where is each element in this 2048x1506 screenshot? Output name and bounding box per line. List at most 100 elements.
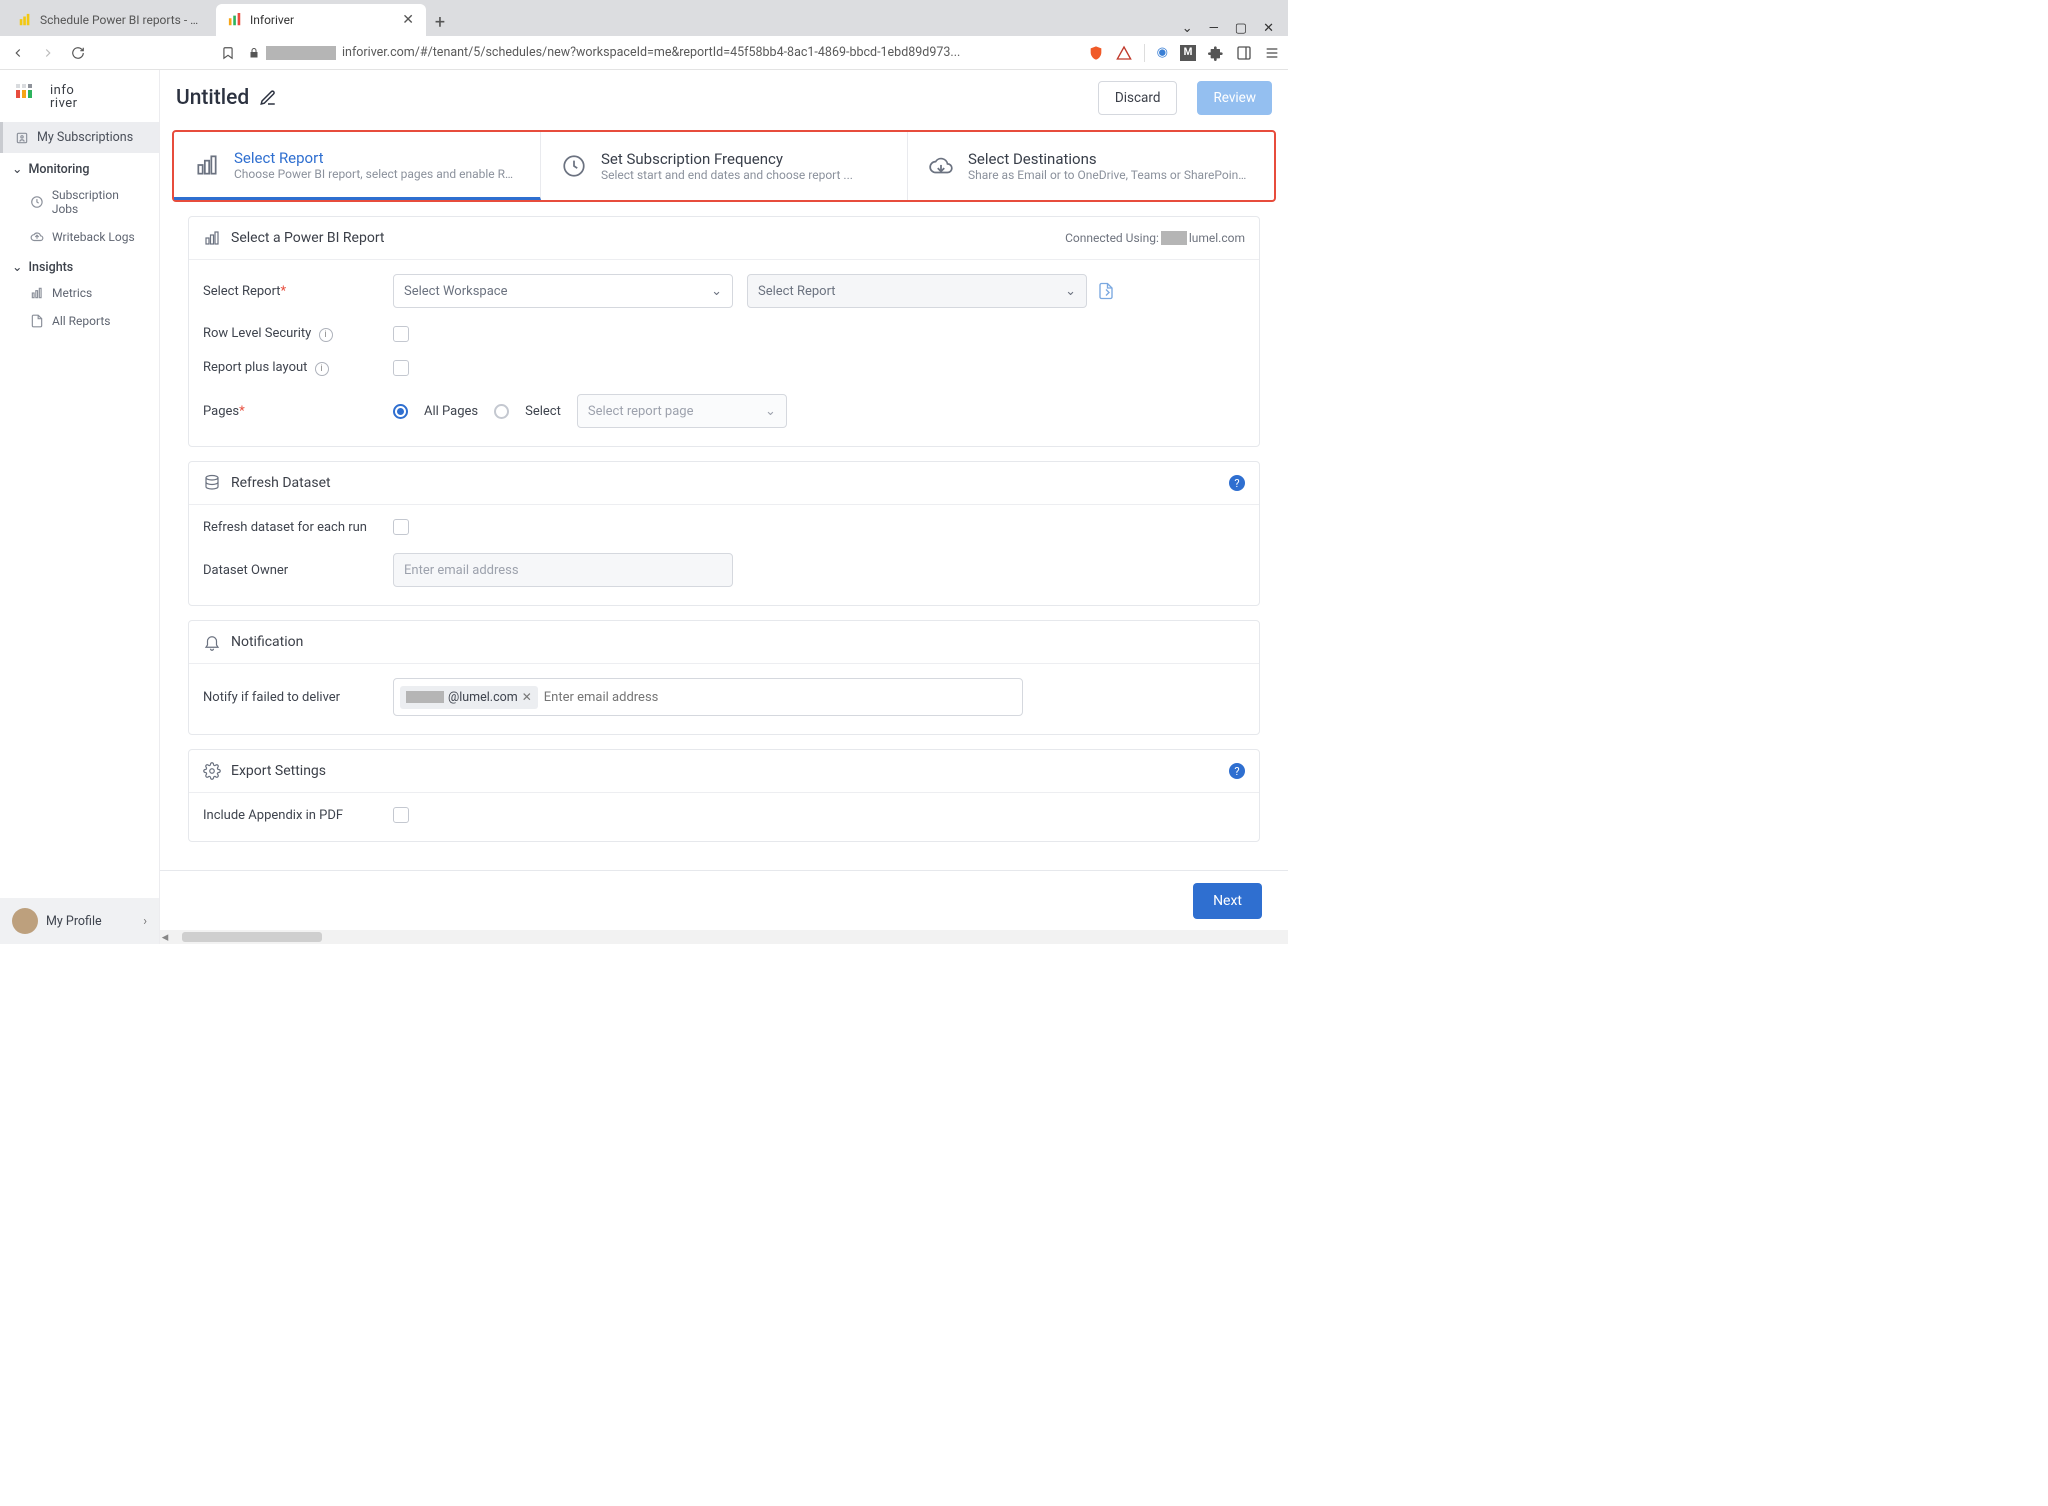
subscriptions-icon [15,131,29,145]
browser-tab-active[interactable]: Inforiver ✕ [216,4,426,36]
step-subtitle: Choose Power BI report, select pages and… [234,167,514,181]
report-select[interactable]: Select Report ⌄ [747,274,1087,308]
database-icon [203,474,221,492]
bell-icon [203,633,221,651]
discard-button[interactable]: Discard [1098,81,1178,115]
info-icon[interactable]: i [319,328,333,342]
step-select-report[interactable]: Select Report Choose Power BI report, se… [174,132,541,200]
layout-label: Report plus layout i [203,360,393,376]
workspace-select[interactable]: Select Workspace ⌄ [393,274,733,308]
sidebar-profile[interactable]: My Profile › [0,898,159,944]
reading-list-icon[interactable] [1236,45,1252,61]
layout-checkbox[interactable] [393,360,409,376]
rls-checkbox[interactable] [393,326,409,342]
sidebar-item-subscription-jobs[interactable]: Subscription Jobs [0,181,159,223]
cloud-share-icon [928,153,954,179]
radio-select-pages[interactable] [494,404,509,419]
minimize-icon[interactable]: — [1209,21,1219,36]
chevron-right-icon: › [143,914,147,929]
extensions-icon[interactable] [1208,45,1224,61]
back-icon[interactable] [8,43,28,63]
scrollbar-thumb[interactable] [182,932,322,942]
clock-icon [30,195,44,209]
refresh-checkbox[interactable] [393,519,409,535]
remove-chip-icon[interactable]: ✕ [522,690,532,704]
url-text: inforiver.com/#/tenant/5/schedules/new?w… [342,45,960,60]
menu-icon[interactable] [1264,45,1280,61]
appendix-checkbox[interactable] [393,807,409,823]
help-icon[interactable]: ? [1229,763,1245,779]
ext-m-icon[interactable]: M [1180,45,1196,61]
step-frequency[interactable]: Set Subscription Frequency Select start … [541,132,908,200]
browser-tab-strip: Schedule Power BI reports - Power BI Inf… [0,0,1288,36]
cloud-upload-icon [30,230,44,244]
reload-icon[interactable] [68,43,88,63]
sidebar-item-my-subscriptions[interactable]: My Subscriptions [0,122,159,153]
report-icon [203,229,221,247]
url-bar[interactable]: inforiver.com/#/tenant/5/schedules/new?w… [248,45,1078,60]
step-title: Select Destinations [968,150,1248,168]
step-subtitle: Share as Email or to OneDrive, Teams or … [968,168,1248,182]
dataset-owner-input[interactable] [393,553,733,587]
horizontal-scrollbar[interactable]: ◂ [160,930,1288,944]
ext-globe-icon[interactable]: ◉ [1157,45,1168,60]
inforiver-logo-icon [16,84,44,110]
info-icon[interactable]: i [315,362,329,376]
tab-label: Inforiver [250,13,294,27]
app-logo: info river [0,70,159,122]
radio-all-pages[interactable] [393,404,408,419]
step-title: Set Subscription Frequency [601,150,853,168]
footer-bar: Next [160,870,1288,930]
wizard-steps: Select Report Choose Power BI report, se… [172,130,1276,202]
sidebar-item-all-reports[interactable]: All Reports [0,307,159,335]
card-header-label: Export Settings [231,763,326,779]
sidebar-group-insights[interactable]: ⌄ Insights [0,251,159,279]
notify-emails-input[interactable]: @lumel.com ✕ [393,678,1023,716]
close-window-icon[interactable]: ✕ [1263,21,1274,36]
chevron-down-icon: ⌄ [12,259,22,275]
ext-triangle-icon[interactable] [1116,45,1132,61]
maximize-icon[interactable]: ▢ [1235,21,1247,36]
open-report-icon[interactable] [1097,282,1115,300]
bookmark-icon[interactable] [218,43,238,63]
sidebar-group-monitoring[interactable]: ⌄ Monitoring [0,153,159,181]
dataset-owner-label: Dataset Owner [203,563,393,578]
chevron-down-icon[interactable]: ⌄ [1182,21,1193,36]
clock-icon [561,153,587,179]
close-tab-icon[interactable]: ✕ [402,12,414,28]
select-placeholder: Select Report [758,284,836,299]
address-bar: inforiver.com/#/tenant/5/schedules/new?w… [0,36,1288,70]
page-title: Untitled [176,86,249,110]
card-header-label: Select a Power BI Report [231,230,385,246]
profile-label: My Profile [46,914,102,929]
new-tab-button[interactable]: + [426,8,454,36]
next-button[interactable]: Next [1193,883,1262,919]
inforiver-favicon [228,13,242,27]
step-destinations[interactable]: Select Destinations Share as Email or to… [908,132,1274,200]
redacted-name [406,691,444,703]
sidebar-item-writeback-logs[interactable]: Writeback Logs [0,223,159,251]
brave-shield-icon[interactable] [1088,45,1104,61]
page-select[interactable]: Select report page ⌄ [577,394,787,428]
report-icon [194,152,220,178]
forward-icon[interactable] [38,43,58,63]
review-button[interactable]: Review [1197,81,1272,115]
help-icon[interactable]: ? [1229,475,1245,491]
edit-title-icon[interactable] [259,89,277,107]
email-chip: @lumel.com ✕ [400,686,538,709]
app-sidebar: info river My Subscriptions ⌄ Monitoring… [0,70,160,944]
sidebar-group-label: Insights [28,260,73,275]
browser-tab[interactable]: Schedule Power BI reports - Power BI [6,4,216,36]
sidebar-item-metrics[interactable]: Metrics [0,279,159,307]
chevron-down-icon: ⌄ [765,404,776,419]
card-export-settings: Export Settings ? Include Appendix in PD… [188,749,1260,842]
step-subtitle: Select start and end dates and choose re… [601,168,853,182]
connected-using-label: Connected Using: [1065,231,1159,245]
sidebar-item-label: My Subscriptions [37,130,133,145]
select-placeholder: Select report page [588,404,694,419]
sidebar-group-label: Monitoring [28,162,89,177]
chip-text: @lumel.com [448,690,518,705]
notify-email-text-input[interactable] [544,690,1016,705]
card-header-label: Notification [231,634,303,650]
card-refresh-dataset: Refresh Dataset ? Refresh dataset for ea… [188,461,1260,606]
